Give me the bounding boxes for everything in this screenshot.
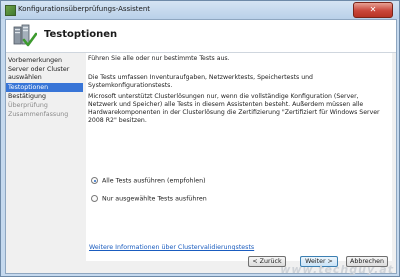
close-icon: ✕ bbox=[369, 5, 377, 14]
radio-all-tests[interactable] bbox=[91, 177, 98, 184]
intro-text: Führen Sie alle oder nur bestimmte Tests… bbox=[88, 55, 230, 62]
nav-item-bestaetigung[interactable]: Bestätigung bbox=[6, 93, 83, 101]
nav-item-ueberpruefung: Überprüfung bbox=[8, 102, 48, 109]
option-selected-tests-label: Nur ausgewählte Tests ausführen bbox=[102, 195, 207, 203]
option-all-tests[interactable]: Alle Tests ausführen (empfohlen) bbox=[91, 177, 206, 186]
cluster-check-icon bbox=[13, 24, 37, 47]
nav-item-vorbemerkungen[interactable]: Vorbemerkungen bbox=[6, 57, 83, 65]
more-info-link[interactable]: Weitere Informationen über Clustervalidi… bbox=[89, 244, 254, 251]
wizard-step-list: Vorbemerkungen Server oder Cluster auswä… bbox=[6, 53, 83, 261]
nav-item-testoptionen[interactable]: Testoptionen bbox=[6, 83, 83, 92]
radio-selected-tests[interactable] bbox=[91, 195, 98, 202]
nav-item-zusammenfassung: Zusammenfassung bbox=[8, 111, 69, 118]
option-all-tests-label: Alle Tests ausführen (empfohlen) bbox=[102, 177, 206, 185]
watermark: www.techguy.at bbox=[280, 263, 394, 276]
nav-item-server-auswaehlen-line2[interactable]: auswählen bbox=[6, 74, 83, 82]
support-notice: Microsoft unterstützt Clusterlösungen nu… bbox=[88, 93, 380, 124]
nav-item-server-auswaehlen[interactable]: Server oder Cluster bbox=[6, 66, 83, 74]
close-button[interactable]: ✕ bbox=[353, 2, 393, 18]
wizard-client-area: Testoptionen Vorbemerkungen Server oder … bbox=[5, 19, 397, 274]
page-title: Testoptionen bbox=[44, 29, 118, 40]
option-selected-tests[interactable]: Nur ausgewählte Tests ausführen bbox=[91, 195, 207, 204]
window-title: Konfigurationsüberprüfungs-Assistent bbox=[18, 5, 151, 13]
wizard-window: Konfigurationsüberprüfungs-Assistent ✕ T… bbox=[0, 0, 400, 277]
tests-description: Die Tests umfassen Inventuraufgaben, Net… bbox=[88, 74, 313, 89]
page-header: Testoptionen bbox=[6, 20, 396, 53]
title-bar[interactable]: Konfigurationsüberprüfungs-Assistent ✕ bbox=[1, 1, 399, 19]
wizard-app-icon bbox=[5, 5, 16, 16]
content-panel: Führen Sie alle oder nur bestimmte Tests… bbox=[86, 53, 392, 261]
